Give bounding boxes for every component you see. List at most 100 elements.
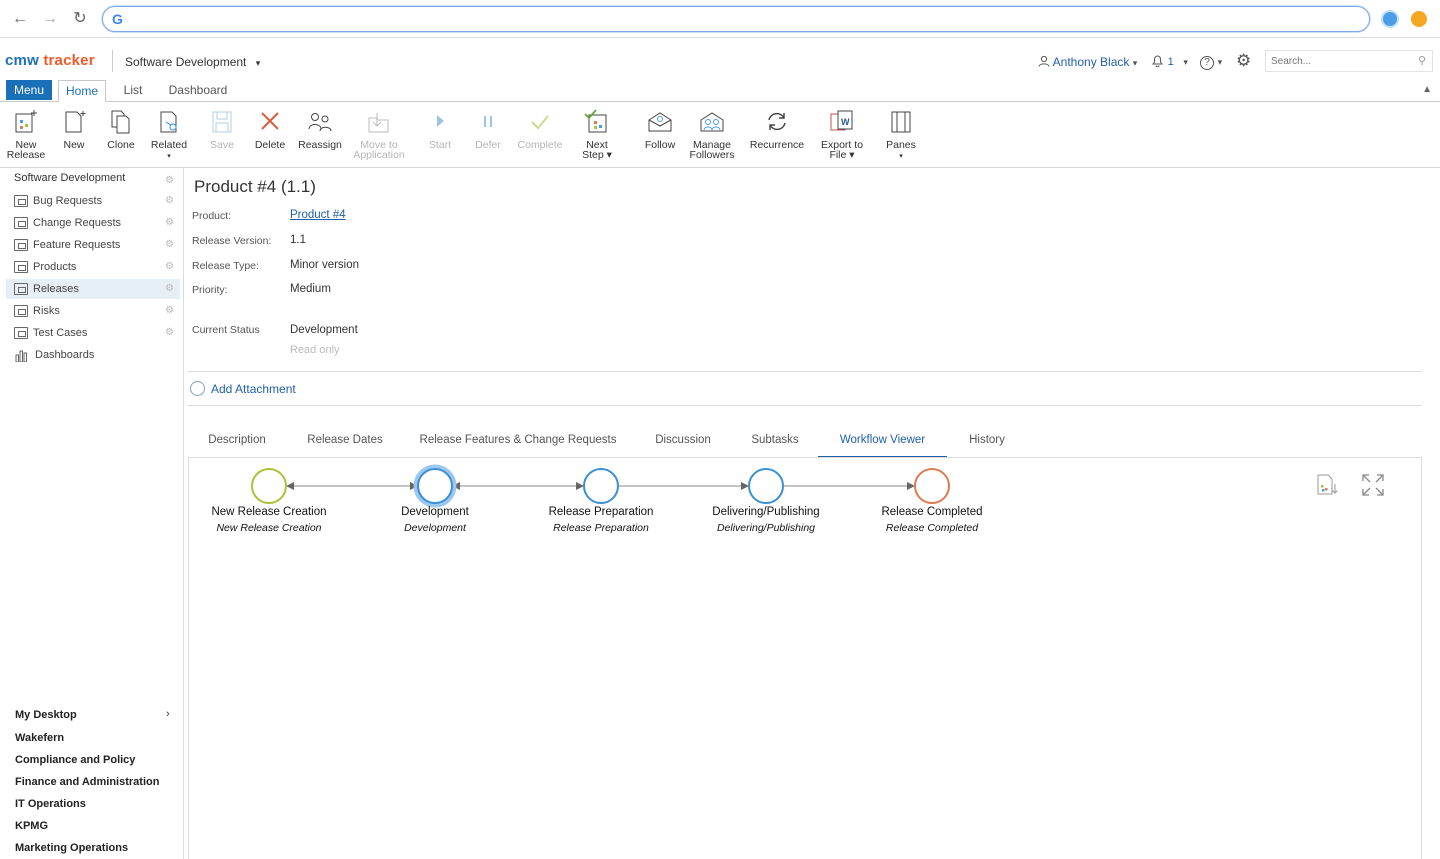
workflow-stage-node[interactable] [251, 468, 287, 504]
add-attachment-button[interactable]: Add Attachment [190, 381, 296, 396]
chevron-down-icon: ▾ [1132, 58, 1138, 68]
tab-list[interactable]: List [116, 80, 150, 102]
workspace-marketing[interactable]: Marketing Operations [15, 842, 128, 854]
search-icon[interactable]: ⚲ [1418, 54, 1426, 67]
chevron-right-icon[interactable]: › [166, 708, 170, 720]
workflow-stage-node[interactable] [417, 468, 453, 504]
workflow-stage-node[interactable] [914, 468, 950, 504]
gear-icon[interactable]: ⚙ [165, 213, 174, 233]
sidebar-item-change-requests[interactable]: Change Requests ⚙ [6, 213, 180, 233]
play-icon [437, 115, 444, 127]
sidebar-item-releases[interactable]: Releases ⚙ [6, 279, 180, 299]
template-icon [14, 239, 28, 251]
sidebar-item-risks[interactable]: Risks ⚙ [6, 301, 180, 321]
workflow-stage-node[interactable] [748, 468, 784, 504]
collapse-ribbon-icon[interactable]: ▲ [1422, 84, 1432, 95]
sidebar-item-dashboards[interactable]: Dashboards [6, 345, 180, 365]
tab-history[interactable]: History [960, 434, 1014, 458]
priority-value[interactable]: Medium [290, 283, 331, 295]
complete-button[interactable]: Complete [510, 108, 570, 150]
bar-chart-icon [15, 350, 27, 362]
address-input[interactable] [129, 10, 1329, 28]
help-button[interactable]: ? ▾ [1200, 53, 1222, 70]
workspace-it-operations[interactable]: IT Operations [15, 798, 86, 810]
brand-part-1: cmw [5, 52, 39, 69]
record-tabs: Description Release Dates Release Featur… [188, 430, 1422, 458]
related-button[interactable]: Related ▾ [139, 108, 199, 162]
user-name: Anthony Black [1052, 55, 1130, 69]
move-to-application-button[interactable]: Move to Application [349, 108, 409, 160]
tab-workflow-viewer[interactable]: Workflow Viewer [818, 434, 947, 458]
forward-icon[interactable]: → [40, 9, 60, 29]
download-diagram-icon[interactable] [1313, 472, 1339, 498]
gear-icon[interactable]: ⚙ [165, 279, 174, 299]
brand-logo[interactable]: cmw tracker [5, 52, 95, 69]
sidebar-root[interactable]: Software Development [14, 172, 125, 184]
sidebar-item-bug-requests[interactable]: Bug Requests ⚙ [6, 191, 180, 211]
search-input[interactable] [1266, 51, 1406, 71]
workflow-stage-node[interactable] [583, 468, 619, 504]
attachment-icon [190, 381, 205, 396]
workspace-selector[interactable]: Software Development ▾ [125, 55, 260, 69]
divider [188, 405, 1422, 406]
workspace-compliance[interactable]: Compliance and Policy [15, 754, 135, 766]
follow-button[interactable]: Follow [630, 108, 690, 150]
tab-dashboard[interactable]: Dashboard [164, 80, 232, 102]
export-to-file-button[interactable]: W Export to File ▾ [812, 108, 872, 160]
tab-home[interactable]: Home [58, 80, 106, 102]
tab-release-features[interactable]: Release Features & Change Requests [416, 434, 620, 458]
panes-button[interactable]: Panes ▾ [871, 108, 931, 162]
workflow-stage-subtitle: New Release Creation [216, 522, 322, 534]
gear-icon[interactable]: ⚙ [162, 171, 176, 191]
manage-followers-button[interactable]: Manage Followers [682, 108, 742, 160]
gear-icon[interactable]: ⚙ [165, 323, 174, 343]
extension-icon[interactable] [1381, 10, 1399, 28]
tab-subtasks[interactable]: Subtasks [746, 434, 804, 458]
release-type-value[interactable]: Minor version [290, 259, 359, 271]
workspace-finance[interactable]: Finance and Administration [15, 776, 159, 788]
next-step-button[interactable]: Next Step ▾ [567, 108, 627, 160]
sidebar-item-feature-requests[interactable]: Feature Requests ⚙ [6, 235, 180, 255]
back-icon[interactable]: ← [10, 9, 30, 29]
defer-button[interactable]: Defer [458, 108, 518, 150]
fullscreen-icon[interactable] [1360, 472, 1386, 498]
sidebar-item-label: Dashboards [35, 349, 95, 361]
workspace-wakefern[interactable]: Wakefern [15, 732, 64, 744]
update-icon[interactable] [1411, 11, 1427, 27]
manage-followers-icon [700, 112, 724, 132]
release-version-value[interactable]: 1.1 [290, 234, 306, 246]
workspace-my-desktop[interactable]: My Desktop [15, 709, 77, 721]
gear-icon[interactable]: ⚙ [1236, 51, 1251, 71]
reassign-icon [308, 113, 332, 132]
product-link[interactable]: Product #4 [290, 209, 346, 221]
gear-icon[interactable]: ⚙ [165, 191, 174, 211]
reassign-button[interactable]: Reassign [290, 108, 350, 150]
tab-release-dates[interactable]: Release Dates [302, 434, 388, 458]
workflow-stage-name: Release Preparation [548, 506, 654, 518]
address-bar[interactable]: G [102, 6, 1370, 32]
gear-icon[interactable]: ⚙ [165, 301, 174, 321]
template-icon [14, 217, 28, 229]
workflow-stage-subtitle: Development [404, 522, 466, 534]
sidebar-item-test-cases[interactable]: Test Cases ⚙ [6, 323, 180, 343]
workflow-viewer-panel: New Release Creation New Release Creation… [188, 457, 1422, 859]
menu-button[interactable]: Menu [6, 80, 52, 100]
recurrence-button[interactable]: Recurrence [747, 108, 807, 150]
move-icon [368, 113, 389, 133]
gear-icon[interactable]: ⚙ [165, 257, 174, 277]
workflow-stage-subtitle: Release Completed [885, 522, 979, 534]
workspace-kpmg[interactable]: KPMG [15, 820, 48, 832]
notifications-button[interactable]: 1 ▾ [1151, 53, 1188, 68]
current-status-label: Current Status [192, 324, 260, 336]
button-label: Follow [644, 139, 676, 151]
button-label: Step ▾ [582, 149, 612, 161]
gear-icon[interactable]: ⚙ [165, 235, 174, 255]
tab-discussion[interactable]: Discussion [650, 434, 716, 458]
sidebar-item-products[interactable]: Products ⚙ [6, 257, 180, 277]
brand-part-2: tracker [43, 52, 95, 69]
sidebar-item-label: Change Requests [33, 217, 122, 229]
tab-description[interactable]: Description [198, 434, 276, 458]
workflow-stage-subtitle: Release Preparation [553, 522, 649, 534]
user-menu[interactable]: Anthony Black ▾ [1038, 55, 1137, 69]
reload-icon[interactable]: ↻ [70, 9, 90, 29]
